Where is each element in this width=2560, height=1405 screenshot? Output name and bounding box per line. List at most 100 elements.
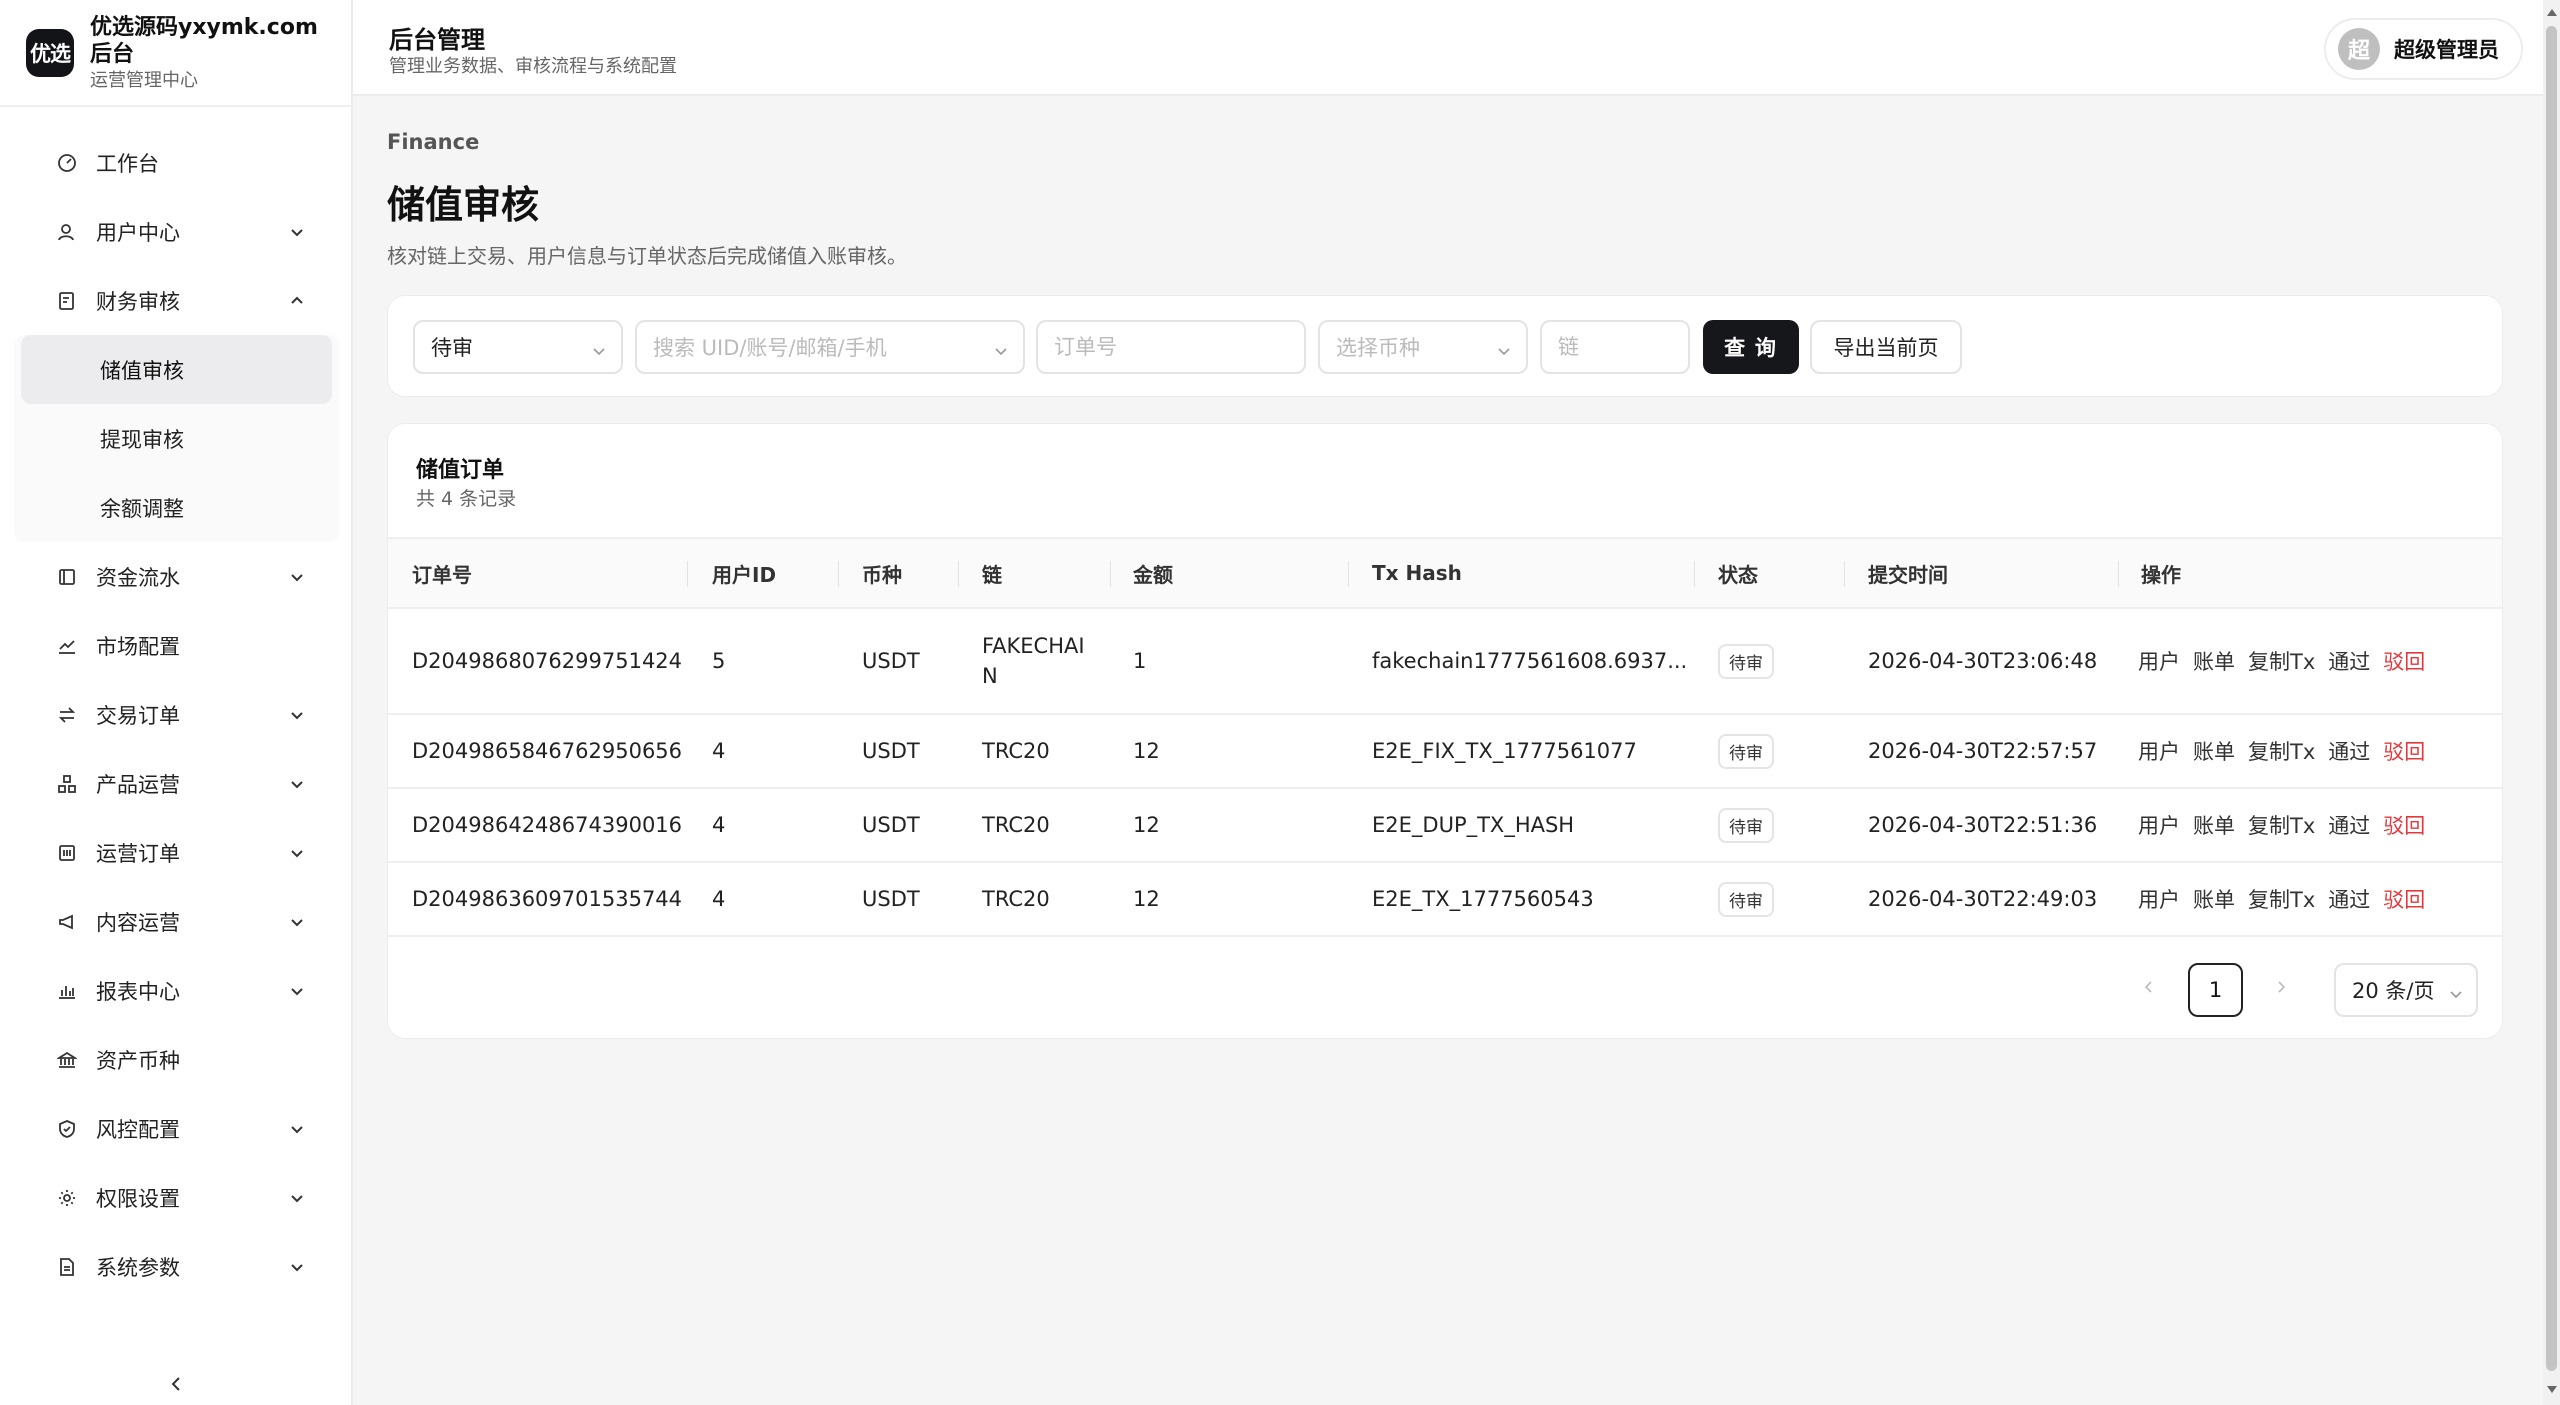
view-user-link[interactable]: 用户 bbox=[2138, 646, 2180, 676]
user-icon bbox=[56, 221, 78, 243]
approve-link[interactable]: 通过 bbox=[2328, 810, 2370, 840]
view-bill-link[interactable]: 账单 bbox=[2193, 810, 2235, 840]
approve-link[interactable]: 通过 bbox=[2328, 646, 2370, 676]
copy-tx-link[interactable]: 复制Tx bbox=[2248, 736, 2315, 766]
finance-submenu: 储值审核 提现审核 余额调整 bbox=[14, 335, 339, 542]
chevron-down-icon bbox=[591, 340, 607, 356]
scroll-down-arrow-icon[interactable] bbox=[2547, 1386, 2557, 1393]
view-user-link[interactable]: 用户 bbox=[2138, 736, 2180, 766]
scroll-thumb[interactable] bbox=[2546, 26, 2557, 1371]
sidebar: 优选 优选源码yxymk.com后台 运营管理中心 工作台 用户中心 财务审核 … bbox=[0, 0, 353, 1405]
sidebar-item-deposit-review[interactable]: 储值审核 bbox=[21, 335, 332, 404]
order-number-input[interactable] bbox=[1036, 320, 1306, 374]
page-scrollbar[interactable] bbox=[2543, 0, 2560, 1405]
filter-bar: 待审 搜索 UID/账号/邮箱/手机 选择币种 查 询 导出当前页 bbox=[387, 295, 2503, 397]
col-actions: 操作 bbox=[2141, 562, 2181, 587]
chevron-down-icon bbox=[288, 775, 306, 793]
top-header: 后台管理 管理业务数据、审核流程与系统配置 超 超级管理员 bbox=[353, 0, 2543, 96]
product-blocks-icon bbox=[56, 773, 78, 795]
sidebar-item-product-ops[interactable]: 产品运营 bbox=[0, 749, 353, 818]
sidebar-item-dashboard[interactable]: 工作台 bbox=[0, 128, 353, 197]
sidebar-item-trade-orders[interactable]: 交易订单 bbox=[0, 680, 353, 749]
prev-page-button[interactable] bbox=[2134, 962, 2164, 1012]
status-badge: 待审 bbox=[1718, 643, 1774, 679]
table-row: D2049865846762950656 4 USDT TRC20 12 E2E… bbox=[388, 715, 2502, 789]
next-page-button[interactable] bbox=[2266, 962, 2296, 1012]
reject-link[interactable]: 驳回 bbox=[2383, 884, 2425, 914]
status-select[interactable]: 待审 bbox=[413, 320, 623, 374]
sidebar-item-market-config[interactable]: 市场配置 bbox=[0, 611, 353, 680]
bank-icon bbox=[56, 1049, 78, 1071]
chevron-down-icon bbox=[288, 1189, 306, 1207]
user-name: 超级管理员 bbox=[2394, 38, 2499, 62]
shield-icon bbox=[56, 1118, 78, 1140]
col-user-id: 用户ID bbox=[712, 562, 777, 587]
view-bill-link[interactable]: 账单 bbox=[2193, 646, 2235, 676]
header-subtitle: 管理业务数据、审核流程与系统配置 bbox=[389, 56, 677, 77]
sidebar-nav: 工作台 用户中心 财务审核 储值审核 提现审核 余额调整 资金流水 市场配置 交… bbox=[0, 128, 353, 1301]
page-title: 储值审核 bbox=[387, 183, 540, 227]
copy-tx-link[interactable]: 复制Tx bbox=[2248, 884, 2315, 914]
table-row: D2049863609701535744 4 USDT TRC20 12 E2E… bbox=[388, 863, 2502, 937]
sidebar-item-reports[interactable]: 报表中心 bbox=[0, 956, 353, 1025]
sidebar-item-balance-adjust[interactable]: 余额调整 bbox=[21, 473, 332, 542]
chevron-right-icon bbox=[2278, 981, 2286, 993]
approve-link[interactable]: 通过 bbox=[2328, 736, 2370, 766]
col-status: 状态 bbox=[1718, 562, 1758, 587]
sidebar-item-finance[interactable]: 财务审核 bbox=[0, 266, 353, 335]
brand-subtitle: 运营管理中心 bbox=[90, 69, 198, 91]
bar-chart-icon bbox=[56, 980, 78, 1002]
page-number-current[interactable]: 1 bbox=[2188, 963, 2243, 1017]
query-button[interactable]: 查 询 bbox=[1703, 320, 1799, 374]
approve-link[interactable]: 通过 bbox=[2328, 884, 2370, 914]
dashboard-icon bbox=[56, 152, 78, 174]
sidebar-collapse-button[interactable] bbox=[164, 1372, 188, 1396]
document-icon bbox=[56, 1256, 78, 1278]
copy-tx-link[interactable]: 复制Tx bbox=[2248, 646, 2315, 676]
sidebar-item-content-ops[interactable]: 内容运营 bbox=[0, 887, 353, 956]
view-user-link[interactable]: 用户 bbox=[2138, 810, 2180, 840]
breadcrumb: Finance bbox=[387, 130, 480, 154]
finance-doc-icon bbox=[56, 290, 78, 312]
chain-input[interactable] bbox=[1540, 320, 1690, 374]
user-menu[interactable]: 超 超级管理员 bbox=[2324, 18, 2523, 80]
exchange-icon bbox=[56, 704, 78, 726]
view-user-link[interactable]: 用户 bbox=[2138, 884, 2180, 914]
table-title: 储值订单 bbox=[416, 458, 505, 483]
reject-link[interactable]: 驳回 bbox=[2383, 736, 2425, 766]
chevron-left-icon bbox=[171, 1377, 180, 1391]
currency-select[interactable]: 选择币种 bbox=[1318, 320, 1528, 374]
copy-tx-link[interactable]: 复制Tx bbox=[2248, 810, 2315, 840]
col-order-no: 订单号 bbox=[412, 562, 472, 587]
chevron-left-icon bbox=[2144, 981, 2152, 993]
row-actions: 用户 账单 复制Tx 通过 驳回 bbox=[2138, 609, 2425, 713]
view-bill-link[interactable]: 账单 bbox=[2193, 736, 2235, 766]
reject-link[interactable]: 驳回 bbox=[2383, 810, 2425, 840]
order-calc-icon bbox=[56, 842, 78, 864]
status-badge: 待审 bbox=[1718, 881, 1774, 917]
sidebar-item-ops-orders[interactable]: 运营订单 bbox=[0, 818, 353, 887]
sidebar-item-risk-config[interactable]: 风控配置 bbox=[0, 1094, 353, 1163]
col-tx-hash: Tx Hash bbox=[1372, 561, 1462, 585]
sidebar-item-fund-flow[interactable]: 资金流水 bbox=[0, 542, 353, 611]
sidebar-item-system-params[interactable]: 系统参数 bbox=[0, 1232, 353, 1301]
table-header: 订单号 用户ID 币种 链 金额 Tx Hash 状态 提交时间 操作 bbox=[388, 537, 2502, 609]
sidebar-item-assets[interactable]: 资产币种 bbox=[0, 1025, 353, 1094]
sidebar-item-permissions[interactable]: 权限设置 bbox=[0, 1163, 353, 1232]
reject-link[interactable]: 驳回 bbox=[2383, 646, 2425, 676]
page-size-select[interactable]: 20 条/页 bbox=[2334, 963, 2478, 1017]
chevron-down-icon bbox=[288, 568, 306, 586]
sidebar-item-withdraw-review[interactable]: 提现审核 bbox=[21, 404, 332, 473]
scroll-up-arrow-icon[interactable] bbox=[2547, 9, 2557, 16]
chevron-down-icon bbox=[2448, 983, 2464, 999]
chevron-down-icon bbox=[288, 1120, 306, 1138]
export-page-button[interactable]: 导出当前页 bbox=[1810, 320, 1962, 374]
chevron-down-icon bbox=[288, 982, 306, 1000]
trend-chart-icon bbox=[56, 635, 78, 657]
view-bill-link[interactable]: 账单 bbox=[2193, 884, 2235, 914]
chevron-down-icon bbox=[1496, 340, 1512, 356]
brand: 优选 优选源码yxymk.com后台 运营管理中心 bbox=[0, 0, 351, 107]
user-search-select[interactable]: 搜索 UID/账号/邮箱/手机 bbox=[635, 320, 1025, 374]
brand-title: 优选源码yxymk.com后台 bbox=[90, 14, 318, 67]
sidebar-item-user-center[interactable]: 用户中心 bbox=[0, 197, 353, 266]
